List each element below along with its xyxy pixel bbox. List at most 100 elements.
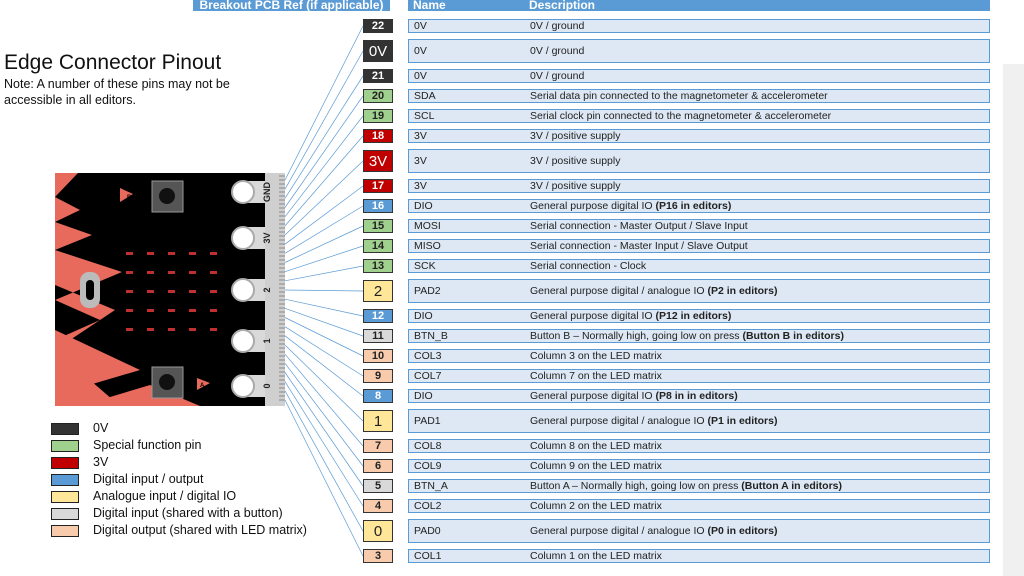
pin-description: Serial connection - Master Output / Slav… [530,220,748,232]
pin-description: 3V / positive supply [530,155,621,167]
pin-name: 0V [414,20,427,32]
connector-line [284,115,364,217]
pin-row: PAD0 General purpose digital / analogue I… [408,519,990,543]
pin-description: Column 9 on the LED matrix [530,460,662,472]
pin-ref-box: 12 [363,309,393,323]
connector-line [284,205,364,254]
pin-row: 0V 0V / ground [408,69,990,83]
pin-ref-box: 15 [363,219,393,233]
pin-row: COL9 Column 9 on the LED matrix [408,459,990,473]
pin-editor-name: (P16 in editors) [655,200,732,212]
pin-row: MISO Serial connection - Master Input / S… [408,239,990,253]
connector-line [284,289,364,292]
led [126,328,133,331]
led [168,271,175,274]
pin-name: COL3 [414,350,442,362]
pin-description: General purpose digital / analogue IO (P… [530,285,778,297]
pin-description: Column 2 on the LED matrix [530,500,662,512]
pin-description: Column 7 on the LED matrix [530,370,662,382]
pin-row: MOSI Serial connection - Master Output / … [408,219,990,233]
pin-name: 3V [414,180,427,192]
pin-name: COL9 [414,460,442,472]
pin-name: SDA [414,90,436,102]
connector-line [284,95,364,208]
pad-label-1: 1 [262,338,272,343]
pin-ref-box: 13 [363,259,393,273]
led [126,309,133,312]
microbit-board: GND 3V 2 1 0 B A [55,173,285,406]
legend-swatch [51,525,79,537]
connector-line [284,298,364,317]
pad-label-2: 2 [262,287,272,292]
led [147,290,154,293]
edge-pad-ring [231,329,255,353]
pin-name: 0V [414,70,427,82]
pin-ref-box: 8 [363,389,393,403]
pin-description: Serial connection - Master Input / Slave… [530,240,748,252]
legend-label: Digital input (shared with a button) [93,506,283,520]
pin-ref-box: 17 [363,179,393,193]
pin-description: General purpose digital / analogue IO (P… [530,525,778,537]
legend-swatch [51,440,79,452]
pin-name: DIO [414,390,433,402]
pin-description: Button B – Normally high, going low on p… [530,330,844,342]
led [147,252,154,255]
led [210,309,217,312]
pin-row: 3V 3V / positive supply [408,129,990,143]
led [189,309,196,312]
led [168,309,175,312]
pin-editor-name: (P1 in editors) [707,415,778,427]
pin-ref-box: 16 [363,199,393,213]
led [210,271,217,274]
pin-row: 0V 0V / ground [408,39,990,63]
pin-editor-name: (P0 in editors) [707,525,778,537]
pin-name: PAD0 [414,525,441,537]
scrollbar[interactable] [1003,64,1024,576]
pin-description: General purpose digital IO (P16 in edito… [530,200,732,212]
connector-line [284,265,364,282]
connector-line [284,50,364,190]
pin-description: 3V / positive supply [530,130,621,142]
led [210,252,217,255]
connector-line [284,317,364,357]
pin-ref-box: 10 [363,349,393,363]
pin-ref-box: 0V [363,40,393,62]
legend-item: Digital output (shared with LED matrix) [51,523,381,540]
pin-editor-name: (Button B in editors) [742,330,844,342]
pin-description: Column 3 on the LED matrix [530,350,662,362]
pin-ref-box: 18 [363,129,393,143]
pin-name: DIO [414,310,433,322]
led [126,252,133,255]
button-b-letter: B [127,195,132,201]
legend-item: 0V [51,421,381,438]
pin-row: COL2 Column 2 on the LED matrix [408,499,990,513]
legend-item: Special function pin [51,438,381,455]
legend-item: Analogue input / digital IO [51,489,381,506]
legend-label: Analogue input / digital IO [93,489,237,503]
pin-name: DIO [414,200,433,212]
pin-row: COL3 Column 3 on the LED matrix [408,349,990,363]
pin-row: 3V 3V / positive supply [408,179,990,193]
pin-ref-box: 20 [363,89,393,103]
pin-description: 0V / ground [530,70,585,82]
pin-row: DIO General purpose digital IO (P16 in ed… [408,199,990,213]
pin-description: 0V / ground [530,20,585,32]
led [147,328,154,331]
pin-ref-box: 3 [363,549,393,563]
pin-description: Serial data pin connected to the magneto… [530,90,828,102]
pin-editor-name: (P2 in editors) [707,285,778,297]
led [168,290,175,293]
pin-row: PAD1 General purpose digital / analogue I… [408,409,990,433]
pin-name: PAD1 [414,415,441,427]
pin-name: MISO [414,240,441,252]
pin-row: COL7 Column 7 on the LED matrix [408,369,990,383]
edge-pad-ring [231,226,255,250]
connector-line [284,185,364,245]
legend-label: 3V [93,455,109,469]
pin-description: General purpose digital / analogue IO (P… [530,415,778,427]
pin-description: General purpose digital IO (P8 in in edi… [530,390,738,402]
pin-row: SCL Serial clock pin connected to the mag… [408,109,990,123]
edge-pad-ring [231,278,255,302]
pin-row: BTN_A Button A – Normally high, going low… [408,479,990,493]
pin-name: SCL [414,110,435,122]
